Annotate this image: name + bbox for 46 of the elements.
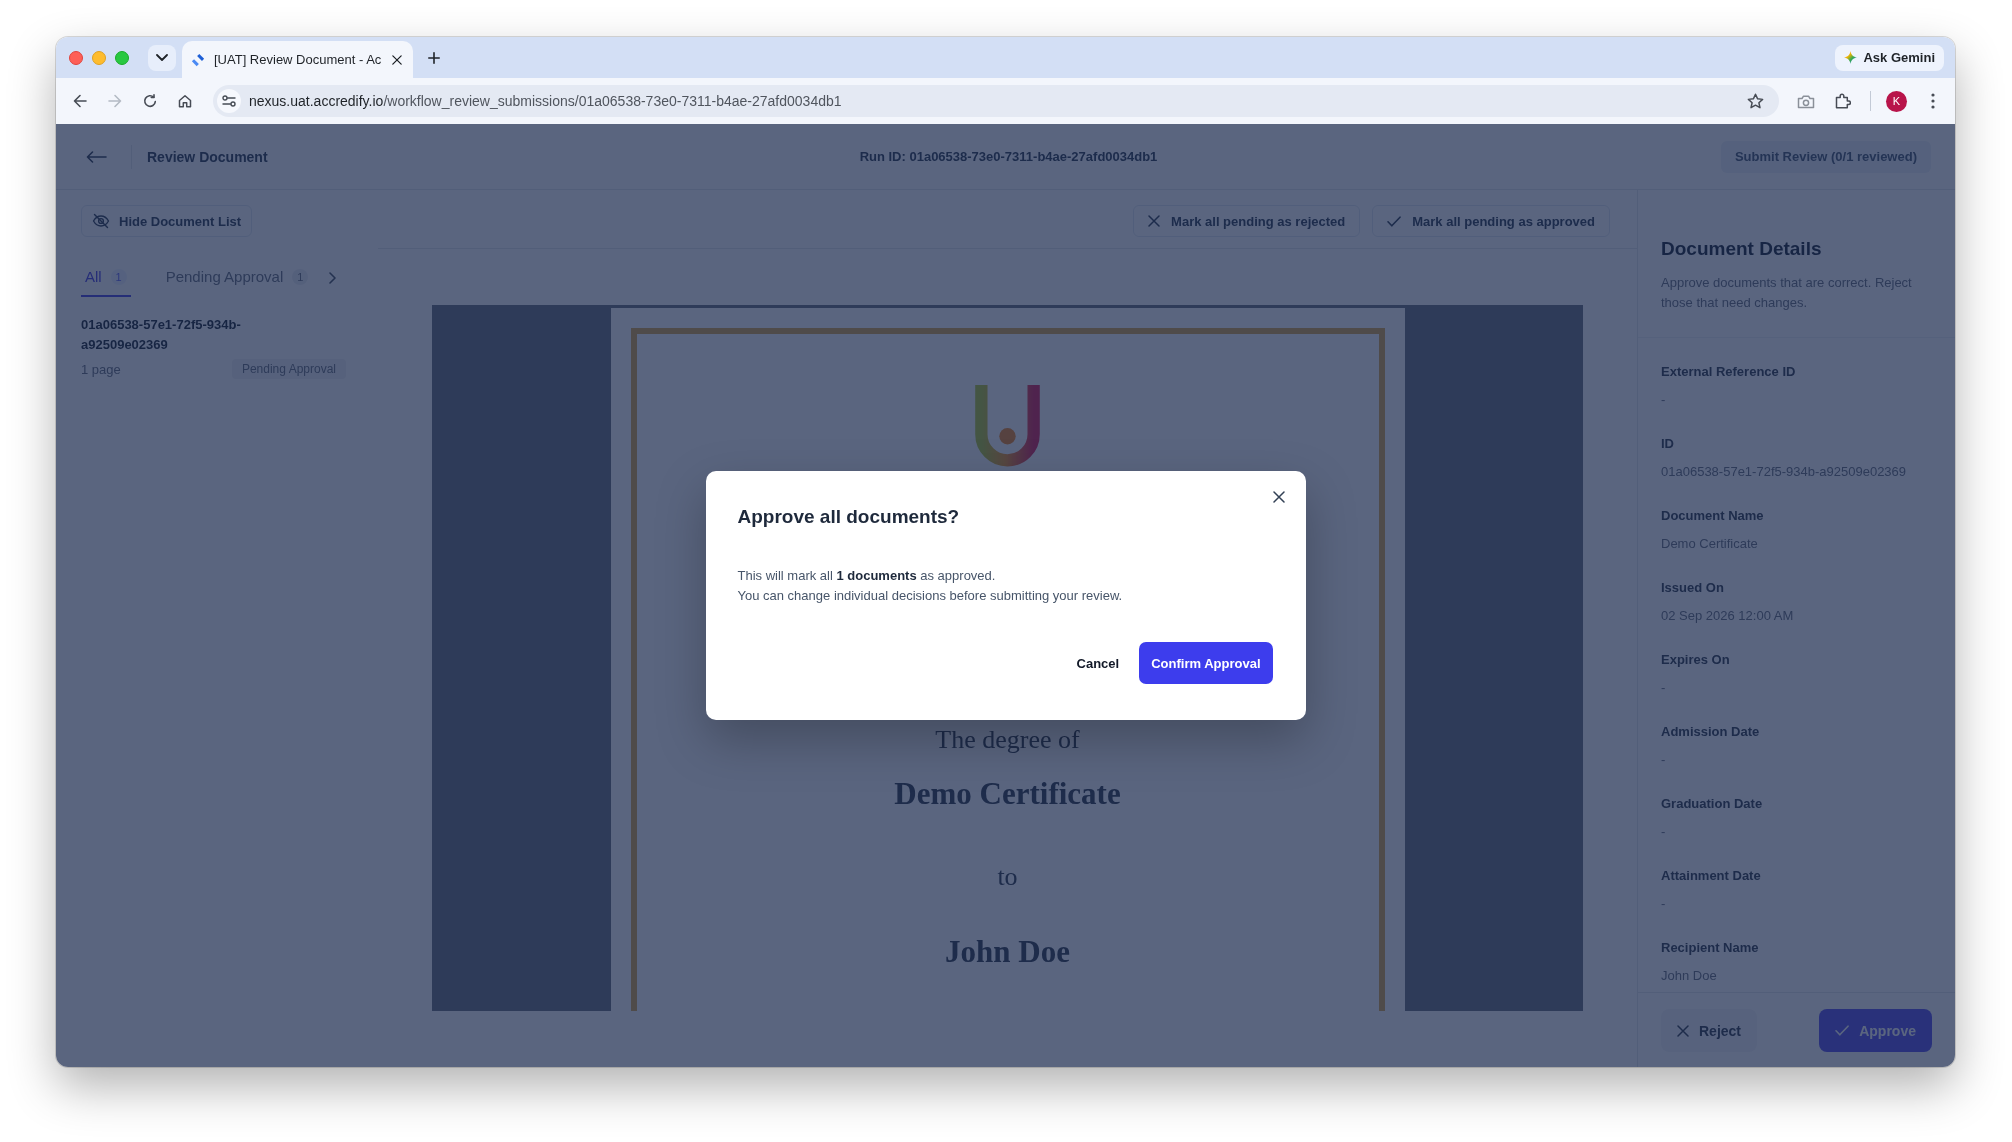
- connector-text: to: [997, 862, 1018, 892]
- sparkle-icon: [1844, 51, 1858, 64]
- field-label: Admission Date: [1661, 723, 1761, 741]
- plus-icon[interactable]: [428, 51, 440, 64]
- field-value: -: [1661, 751, 1667, 769]
- field-value: -: [1661, 391, 1667, 409]
- page-title: Review Document: [147, 148, 268, 165]
- assistant-button[interactable]: Ask Gemini: [1835, 44, 1944, 71]
- close-icon[interactable]: [1272, 491, 1285, 503]
- close-icon[interactable]: [392, 54, 402, 65]
- confirm-button[interactable]: Confirm Approval: [1139, 642, 1273, 684]
- field-label: Graduation Date: [1661, 795, 1764, 813]
- field-label: Recipient Name: [1661, 939, 1760, 957]
- dialog-message: This will mark all 1 documents as approved.: [737, 567, 997, 585]
- field-value: -: [1661, 679, 1667, 697]
- field-label: ID: [1661, 435, 1675, 453]
- cancel-button[interactable]: Cancel: [1062, 642, 1134, 684]
- field-label: Issued On: [1661, 579, 1725, 597]
- field-label: Document Name: [1661, 507, 1765, 525]
- menu-icon[interactable]: [1931, 93, 1935, 109]
- dialog-title: Approve all documents?: [737, 505, 961, 529]
- field-value: -: [1661, 823, 1667, 841]
- url-text: nexus.uat.accredify.io/workflow_review_submissions/01a06538-73e0-7311-b4ae-27afd0034db1: [249, 93, 842, 109]
- run-id: Run ID: 01a06538-73e0-7311-b4ae-27afd0034db1: [859, 149, 1158, 164]
- back-icon[interactable]: [73, 94, 87, 108]
- field-label: External Reference ID: [1661, 363, 1797, 381]
- reload-icon[interactable]: [143, 94, 157, 108]
- chevron-down-icon: [156, 54, 168, 61]
- profile-avatar[interactable]: K: [1886, 90, 1907, 112]
- certificate-title: Demo Certificate: [894, 775, 1121, 813]
- panel-title: Document Details: [1661, 237, 1823, 261]
- tab-list-button[interactable]: [148, 44, 176, 71]
- field-label: Expires On: [1661, 651, 1731, 669]
- field-label: Attainment Date: [1661, 867, 1762, 885]
- close-window-icon[interactable]: [69, 50, 83, 65]
- home-icon[interactable]: [178, 94, 192, 108]
- sliders-icon[interactable]: [217, 89, 241, 113]
- favicon-icon: [191, 52, 205, 67]
- address-bar[interactable]: nexus.uat.accredify.io/workflow_review_submissions/01a06538-73e0-7311-b4ae-27afd0034db1: [213, 85, 1779, 117]
- recipient-name: John Doe: [945, 933, 1070, 971]
- star-icon[interactable]: [1747, 92, 1764, 110]
- browser-tab[interactable]: [UAT] Review Document - Ac: [182, 41, 413, 78]
- puzzle-icon[interactable]: [1835, 93, 1851, 109]
- dialog-message: You can change individual decisions before submitting your review.: [737, 587, 1124, 605]
- field-value: -: [1661, 895, 1667, 913]
- camera-icon[interactable]: [1797, 93, 1815, 109]
